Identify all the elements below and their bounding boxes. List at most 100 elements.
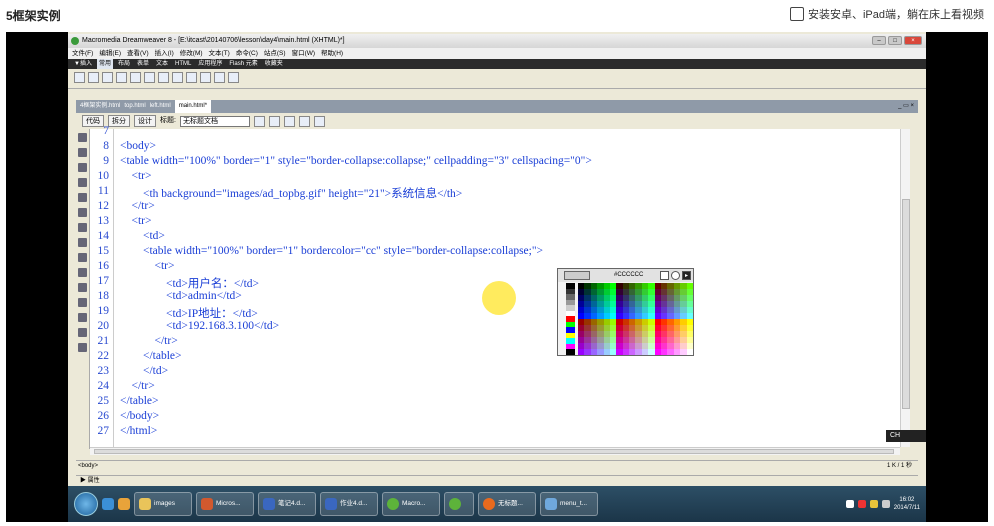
taskbar-item-homework[interactable]: 作业4.d...: [320, 492, 378, 516]
outdent-icon[interactable]: [78, 328, 87, 337]
validate-icon[interactable]: [253, 115, 265, 127]
color-picker-popup[interactable]: #CCCCCC ▸: [557, 268, 694, 356]
taskbar-item-notes[interactable]: 笔记4.d...: [258, 492, 316, 516]
gray-swatch[interactable]: [566, 349, 575, 355]
system-color-picker-icon[interactable]: [671, 271, 680, 280]
refresh-icon[interactable]: [298, 115, 310, 127]
menu-window[interactable]: 窗口(W): [292, 48, 315, 59]
start-button[interactable]: [74, 492, 98, 516]
doc-window-controls[interactable]: _ ▭ ×: [898, 100, 918, 113]
wrap-tag-icon[interactable]: [78, 283, 87, 292]
insert-tab-forms[interactable]: 表单: [135, 59, 151, 69]
menu-view[interactable]: 查看(V): [127, 48, 149, 59]
menu-command[interactable]: 命令(C): [236, 48, 258, 59]
collapse-tag-icon[interactable]: [78, 148, 87, 157]
insert-tab-flash[interactable]: Flash 元素: [227, 59, 259, 69]
insert-tab-common[interactable]: 常用: [96, 59, 113, 69]
tag-selector[interactable]: <body>: [78, 463, 98, 469]
web-safe-palette[interactable]: [578, 283, 693, 355]
menu-text[interactable]: 文本(T): [209, 48, 230, 59]
indent-icon[interactable]: [78, 313, 87, 322]
head-icon[interactable]: [214, 72, 225, 83]
recent-snippets-icon[interactable]: [78, 298, 87, 307]
menu-site[interactable]: 站点(S): [264, 48, 286, 59]
taskbar-item-dreamweaver-2[interactable]: [444, 492, 474, 516]
word-icon: [263, 498, 275, 510]
default-color-icon[interactable]: [660, 271, 669, 280]
insert-tab-favorites[interactable]: 收藏夹: [263, 59, 285, 69]
menu-file[interactable]: 文件(F): [72, 48, 93, 59]
close-button[interactable]: ×: [904, 36, 922, 45]
open-documents-icon[interactable]: [78, 133, 87, 142]
doc-tab-main[interactable]: main.html*: [174, 100, 212, 113]
select-parent-tag-icon[interactable]: [78, 193, 87, 202]
color-swatch[interactable]: [686, 349, 693, 355]
menu-modify[interactable]: 修改(M): [180, 48, 203, 59]
taskbar-item-firefox[interactable]: 无标题...: [478, 492, 536, 516]
hyperlink-icon[interactable]: [74, 72, 85, 83]
expand-all-icon[interactable]: [78, 178, 87, 187]
security-icon[interactable]: [857, 500, 866, 508]
horizontal-scroll-thumb[interactable]: [94, 449, 894, 454]
menu-edit[interactable]: 编辑(E): [99, 48, 121, 59]
properties-panel-header[interactable]: ▶ 属性: [76, 475, 918, 485]
title-input[interactable]: 无标题文档: [179, 115, 250, 127]
format-source-icon[interactable]: [78, 343, 87, 352]
file-management-icon[interactable]: [268, 115, 280, 127]
balance-braces-icon[interactable]: [78, 208, 87, 217]
collapse-selection-icon[interactable]: [78, 163, 87, 172]
image-icon[interactable]: [144, 72, 155, 83]
menu-help[interactable]: 帮助(H): [321, 48, 343, 59]
highlight-invalid-icon[interactable]: [78, 238, 87, 247]
doc-tab-left[interactable]: left.html: [150, 100, 171, 113]
comment-icon[interactable]: [200, 72, 211, 83]
ie-icon[interactable]: [102, 498, 114, 510]
menu-insert[interactable]: 插入(I): [155, 48, 174, 59]
minimize-button[interactable]: –: [872, 36, 886, 45]
maximize-button[interactable]: □: [888, 36, 902, 45]
system-clock[interactable]: 16:02 2014/7/11: [894, 496, 920, 512]
volume-icon[interactable]: [881, 500, 890, 508]
date-icon[interactable]: [172, 72, 183, 83]
taskbar-item-images[interactable]: images: [134, 492, 192, 516]
split-view-button[interactable]: 拆分: [108, 115, 130, 127]
insert-tab-text[interactable]: 文本: [154, 59, 170, 69]
cursor-highlight: [482, 281, 516, 315]
doc-tab-top[interactable]: top.html: [124, 100, 145, 113]
insert-tab-layout[interactable]: 布局: [116, 59, 132, 69]
template-icon[interactable]: [228, 72, 239, 83]
vertical-scrollbar[interactable]: [900, 129, 910, 447]
email-link-icon[interactable]: [88, 72, 99, 83]
preview-browser-icon[interactable]: [283, 115, 295, 127]
powerpoint-icon: [201, 498, 213, 510]
media-player-icon[interactable]: [118, 498, 130, 510]
insert-tab-html[interactable]: HTML: [173, 59, 193, 69]
view-options-icon[interactable]: [313, 115, 325, 127]
grayscale-column[interactable]: [566, 283, 575, 355]
taskbar-item-menu[interactable]: menu_t...: [540, 492, 598, 516]
remove-comment-icon[interactable]: [78, 268, 87, 277]
taskbar-item-dreamweaver[interactable]: Macro...: [382, 492, 440, 516]
vertical-scroll-thumb[interactable]: [902, 199, 910, 409]
clock-date: 2014/7/11: [893, 505, 920, 511]
notification-icon[interactable]: [869, 500, 878, 508]
ime-indicator[interactable]: CH: [886, 430, 926, 442]
table-icon[interactable]: [116, 72, 127, 83]
insert-tab-application[interactable]: 应用程序: [196, 59, 224, 69]
app-promo-link[interactable]: 安装安卓、iPad端，躺在床上看视频: [789, 6, 984, 22]
media-icon[interactable]: [158, 72, 169, 83]
taskbar-item-powerpoint[interactable]: Micros...: [196, 492, 254, 516]
anchor-icon[interactable]: [102, 72, 113, 83]
server-include-icon[interactable]: [186, 72, 197, 83]
apply-comment-icon[interactable]: [78, 253, 87, 262]
line-numbers-icon[interactable]: [78, 223, 87, 232]
video-player[interactable]: Macromedia Dreamweaver 8 - [E:\itcast\20…: [6, 32, 988, 522]
design-view-button[interactable]: 设计: [134, 115, 156, 127]
insert-bar-toggle[interactable]: ▼插入: [72, 59, 94, 69]
doc-tab-frameset[interactable]: 4框架实例.html: [80, 100, 120, 113]
network-icon[interactable]: [845, 500, 854, 508]
horizontal-scrollbar[interactable]: [90, 447, 900, 455]
layer-icon[interactable]: [130, 72, 141, 83]
line-number: 18: [97, 290, 110, 302]
picker-menu-arrow-icon[interactable]: ▸: [682, 271, 691, 280]
